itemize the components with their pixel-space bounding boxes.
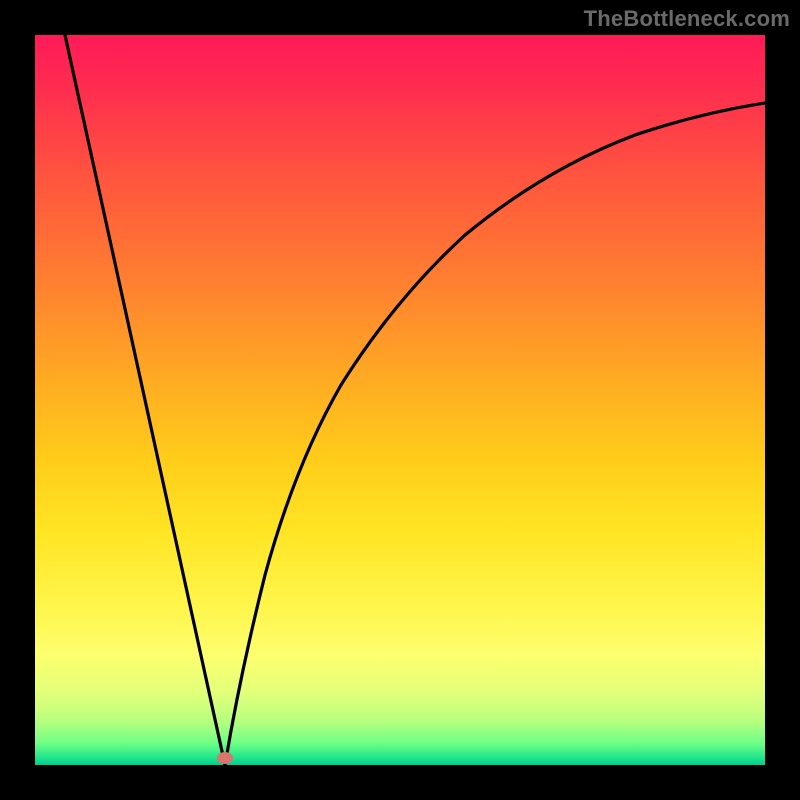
right-curve (225, 103, 765, 765)
attribution-text: TheBottleneck.com (584, 6, 790, 32)
plot-area (35, 35, 765, 765)
curve-layer (35, 35, 765, 765)
bottleneck-marker (217, 752, 233, 764)
chart-frame: TheBottleneck.com (0, 0, 800, 800)
left-branch (65, 35, 225, 765)
